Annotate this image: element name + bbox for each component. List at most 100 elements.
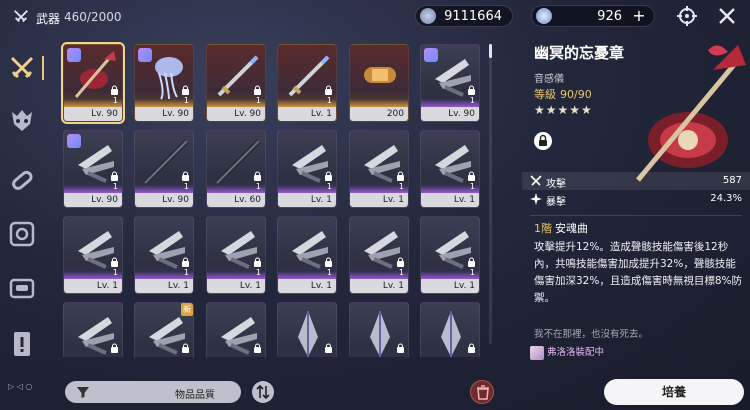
item-count: 1: [326, 96, 332, 105]
item-count: 1: [183, 96, 189, 105]
item-count: 1: [255, 182, 261, 191]
item-level: Lv. 1: [350, 279, 408, 293]
sidebar-item-devices[interactable]: [6, 218, 38, 250]
weapon-slot[interactable]: 1 Lv. 1: [63, 216, 123, 294]
refine-name: 安魂曲: [555, 222, 588, 235]
item-count: 1: [469, 268, 475, 277]
weapon-name: 幽冥的忘憂章: [534, 44, 625, 62]
refine-level: 1階: [534, 222, 552, 235]
item-level: Lv. 1: [278, 193, 336, 207]
weapon-slot[interactable]: 1 Lv. 90: [206, 44, 266, 122]
item-level: Lv. 1: [350, 193, 408, 207]
lock-icon: [397, 257, 404, 267]
stat-value: 24.3%: [710, 193, 742, 204]
weapon-slot[interactable]: 1 Lv. 90: [134, 44, 194, 122]
lock-icon: [325, 257, 332, 267]
item-level: Lv. 1: [278, 107, 336, 121]
sidebar-item-weapons[interactable]: [6, 52, 44, 84]
sort-arrows-icon: [256, 384, 270, 400]
weapon-slot[interactable]: [349, 302, 409, 357]
equipped-badge: [67, 134, 81, 148]
weapon-slot[interactable]: [420, 302, 480, 357]
weapon-slot[interactable]: 1 Lv. 1: [134, 216, 194, 294]
item-level: Lv. 90: [135, 107, 193, 121]
equipped-badge: [138, 48, 152, 62]
lock-icon: [254, 171, 261, 181]
top-bar: 武器 460/2000 9111664 926 +: [0, 0, 750, 34]
cultivate-button[interactable]: 培養: [604, 379, 744, 405]
sidebar-item-echo[interactable]: [6, 104, 38, 136]
item-level: Lv. 90: [421, 107, 479, 121]
trash-icon: [477, 385, 489, 400]
lock-icon: [254, 85, 261, 95]
item-level: Lv. 90: [135, 193, 193, 207]
astrite-icon: [536, 8, 552, 24]
item-count: 1: [398, 268, 404, 277]
weapon-slot[interactable]: 1 Lv. 1: [277, 216, 337, 294]
weapon-slot[interactable]: 新: [134, 302, 194, 357]
item-count: 1: [469, 182, 475, 191]
item-level: Lv. 90: [207, 107, 265, 121]
weapon-slot[interactable]: 1 Lv. 1: [206, 216, 266, 294]
item-count: 1: [112, 268, 118, 277]
weapon-level: 等級 90/90: [534, 86, 592, 102]
add-astrite-button[interactable]: +: [630, 7, 648, 25]
stat-value: 587: [722, 175, 742, 186]
grid-scrollbar[interactable]: [489, 44, 492, 344]
item-level: Lv. 1: [421, 193, 479, 207]
capsule-icon: [12, 170, 33, 190]
lock-icon: [254, 257, 261, 267]
item-count: 1: [398, 182, 404, 191]
item-count: 1: [469, 96, 475, 105]
filter-label: 物品品質: [175, 390, 215, 401]
item-count: 1: [326, 268, 332, 277]
stat-list: 攻擊 587 暴擊 24.3%: [522, 172, 750, 208]
item-count: 1: [326, 182, 332, 191]
weapon-slot[interactable]: 1 Lv. 1: [349, 216, 409, 294]
weapon-slot[interactable]: 1 Lv. 1: [277, 44, 337, 122]
weapon-slot[interactable]: 200: [349, 44, 409, 122]
close-icon[interactable]: [716, 5, 738, 27]
weapon-slot[interactable]: 1 Lv. 1: [277, 130, 337, 208]
level-value: 90/90: [560, 88, 592, 101]
weapon-slot[interactable]: 1 Lv. 1: [349, 130, 409, 208]
item-level: Lv. 60: [207, 193, 265, 207]
lock-icon: [111, 171, 118, 181]
stat-row-crit: 暴擊 24.3%: [522, 190, 750, 208]
sidebar-item-materials[interactable]: [6, 164, 38, 196]
lock-icon: [397, 343, 404, 353]
weapon-slot[interactable]: [277, 302, 337, 357]
lock-icon: [397, 171, 404, 181]
lock-toggle[interactable]: [534, 132, 552, 150]
item-level: Lv. 1: [64, 279, 122, 293]
weapon-slot[interactable]: 1 Lv. 1: [420, 130, 480, 208]
weapon-slot[interactable]: [63, 302, 123, 357]
dismantle-button[interactable]: [470, 380, 494, 404]
weapon-slot[interactable]: 1 Lv. 90: [61, 42, 125, 124]
demon-mask-icon: [12, 110, 32, 131]
weapon-slot[interactable]: 1 Lv. 60: [206, 130, 266, 208]
target-icon[interactable]: [676, 5, 698, 27]
sort-order-button[interactable]: [252, 381, 274, 403]
equipped-badge: [424, 48, 438, 62]
lock-icon: [325, 343, 332, 353]
stat-row-attack: 攻擊 587: [522, 172, 750, 190]
weapon-slot[interactable]: 1 Lv. 90: [420, 44, 480, 122]
weapon-slot[interactable]: 1 Lv. 90: [134, 130, 194, 208]
sidebar-item-supplies[interactable]: [6, 272, 38, 304]
new-tag: 新: [181, 303, 193, 316]
weapon-slot[interactable]: [206, 302, 266, 357]
item-count: 1: [112, 96, 118, 105]
equipped-badge: [67, 48, 81, 62]
weapon-grid: 1 Lv. 90 1 Lv. 90 1 Lv. 90 1 Lv. 1 200 1 Lv. 90 1 Lv…: [58, 42, 483, 357]
weapon-slot[interactable]: 1 Lv. 1: [420, 216, 480, 294]
lock-icon: [182, 171, 189, 181]
weapon-slot[interactable]: 1 Lv. 90: [63, 130, 123, 208]
weapon-type: 音感儀: [534, 74, 564, 85]
lock-icon: [539, 134, 547, 146]
flavor-text: 我不在那裡，也沒有死去。: [534, 329, 649, 340]
scroll-thumb[interactable]: [489, 44, 492, 58]
sidebar-item-special[interactable]: [6, 328, 38, 360]
quality-filter[interactable]: 物品品質: [65, 381, 241, 403]
weapon-detail-panel: 幽冥的忘憂章 音感儀 等級 90/90 ★★★★★ 攻擊 587 暴擊 24.3%…: [522, 32, 750, 372]
